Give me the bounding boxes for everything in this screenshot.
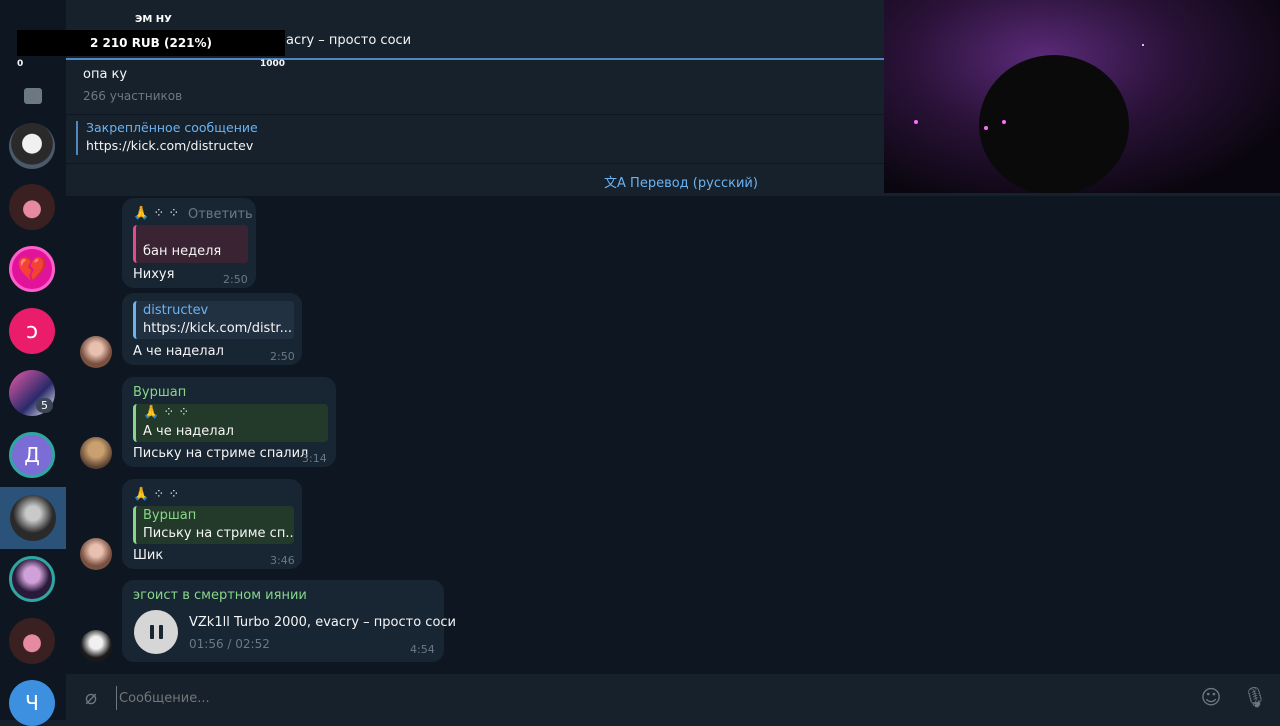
message-text: Письку на стриме спалил (133, 446, 309, 461)
message-bubble[interactable]: 🙏 ⁘ ⁘ Ответить бан неделя Нихуя 2:50 (122, 198, 256, 288)
streamer-silhouette (979, 55, 1129, 193)
pause-button[interactable] (134, 610, 178, 654)
saved-messages-icon[interactable] (24, 88, 42, 104)
donation-goal: 2 210 RUB (221%) (17, 30, 285, 56)
microphone-icon[interactable]: 🎙 (1242, 684, 1268, 710)
unread-badge: 5 (36, 398, 53, 413)
sender-avatar[interactable] (80, 336, 112, 368)
goal-max: 1000 (260, 59, 286, 69)
donation-amount: 2 210 RUB (221%) (89, 36, 213, 50)
chat-avatar-active (10, 495, 56, 541)
pause-icon (149, 625, 163, 639)
pinned-message[interactable]: Закреплённое сообщение https://kick.com/… (66, 114, 884, 163)
quote-text: https://kick.com/distr... (143, 321, 292, 336)
message-time: 3:14 (302, 452, 327, 465)
translate-label: Перевод (русский) (630, 176, 758, 191)
message-composer: ⌀ ☺ 🎙 (66, 674, 1280, 720)
message-emoji: 🙏 ⁘ ⁘ (133, 206, 180, 221)
message-bubble[interactable]: distructev https://kick.com/distr... А ч… (122, 293, 302, 365)
light-dot (914, 120, 918, 124)
message-text: Шик (133, 548, 164, 563)
goal-min: 0 (17, 59, 24, 69)
audio-title: VZk1ll Turbo 2000, evacry – просто соси (189, 615, 457, 630)
attach-icon[interactable]: ⌀ (78, 684, 104, 710)
message-time: 2:50 (223, 273, 248, 286)
avatar-letter: Ч (25, 691, 39, 715)
chat-avatar-8[interactable] (9, 618, 55, 664)
chat-list-sidebar: 💔 ↄ 5 Д Ч (0, 0, 66, 726)
message-author[interactable]: Вуршап (133, 385, 186, 400)
light-dot (1002, 120, 1006, 124)
message-emoji: 🙏 ⁘ ⁘ (133, 487, 180, 502)
audio-progress: 01:56 / 02:52 (189, 637, 270, 651)
chat-avatar-ch[interactable]: Ч (9, 680, 55, 726)
message-author[interactable]: эгоист в смертном иянии (133, 588, 307, 603)
donation-overlay: ЭМ НУ 2 210 RUB (221%) 0 1000 (0, 0, 300, 70)
sender-avatar[interactable] (80, 630, 112, 662)
quote-text: Письку на стриме сп... (143, 526, 294, 541)
message-time: 4:54 (410, 643, 435, 656)
reply-quote[interactable]: distructev https://kick.com/distr... (133, 301, 294, 339)
translate-button[interactable]: 文A Перевод (русский) (604, 172, 758, 191)
quote-author: distructev (143, 303, 209, 318)
chat-avatar-4[interactable]: ↄ (9, 308, 55, 354)
overlay-name: ЭМ НУ (135, 14, 172, 25)
avatar-letter: Д (24, 443, 40, 467)
quote-text: бан неделя (143, 244, 222, 259)
audio-message-bubble[interactable]: эгоист в смертном иянии VZk1ll Turbo 200… (122, 580, 456, 662)
quote-author: Вуршап (143, 508, 197, 523)
reply-quote[interactable]: Вуршап Письку на стриме сп... (133, 506, 294, 544)
translate-icon: 文A (604, 176, 626, 191)
light-dot (1142, 44, 1144, 46)
sender-avatar[interactable] (80, 538, 112, 570)
chat-avatar-d[interactable]: Д (9, 432, 55, 478)
light-dot (984, 126, 988, 130)
chat-members-count: 266 участников (83, 89, 183, 103)
message-time: 3:46 (270, 554, 295, 567)
chat-avatar-3[interactable]: 💔 (9, 246, 55, 292)
chat-avatar-2[interactable] (9, 184, 55, 230)
chat-row-active[interactable] (0, 487, 66, 549)
chat-avatar-1[interactable] (9, 123, 55, 169)
message-time: 2:50 (270, 350, 295, 363)
quote-text: А че наделал (143, 424, 234, 439)
message-input[interactable] (116, 686, 1181, 710)
reply-quote[interactable]: бан неделя (133, 225, 248, 263)
reply-quote[interactable]: 🙏 ⁘ ⁘ А че наделал (133, 404, 328, 442)
pinned-text: https://kick.com/distructev (86, 138, 254, 153)
reply-action[interactable]: Ответить (188, 207, 253, 222)
message-bubble[interactable]: Вуршап 🙏 ⁘ ⁘ А че наделал Письку на стри… (122, 377, 336, 467)
message-text: А че наделал (133, 344, 224, 359)
message-bubble[interactable]: 🙏 ⁘ ⁘ Вуршап Письку на стриме сп... Шик … (122, 479, 302, 569)
quote-emoji: 🙏 ⁘ ⁘ (143, 405, 190, 420)
now-playing-title[interactable]: acry – просто соси (286, 33, 411, 48)
message-list[interactable]: 🙏 ⁘ ⁘ Ответить бан неделя Нихуя 2:50 dis… (66, 196, 1280, 674)
swirl-icon: ↄ (25, 318, 39, 344)
sender-avatar[interactable] (80, 437, 112, 469)
pinned-indicator (76, 121, 78, 155)
chat-avatar-7[interactable] (9, 556, 55, 602)
webcam-overlay (884, 0, 1280, 193)
emoji-icon[interactable]: ☺ (1198, 684, 1224, 710)
pinned-title: Закреплённое сообщение (86, 120, 258, 135)
translate-bar[interactable]: 文A Перевод (русский) (66, 163, 884, 197)
broken-heart-icon: 💔 (17, 255, 47, 283)
message-text: Нихуя (133, 267, 175, 282)
